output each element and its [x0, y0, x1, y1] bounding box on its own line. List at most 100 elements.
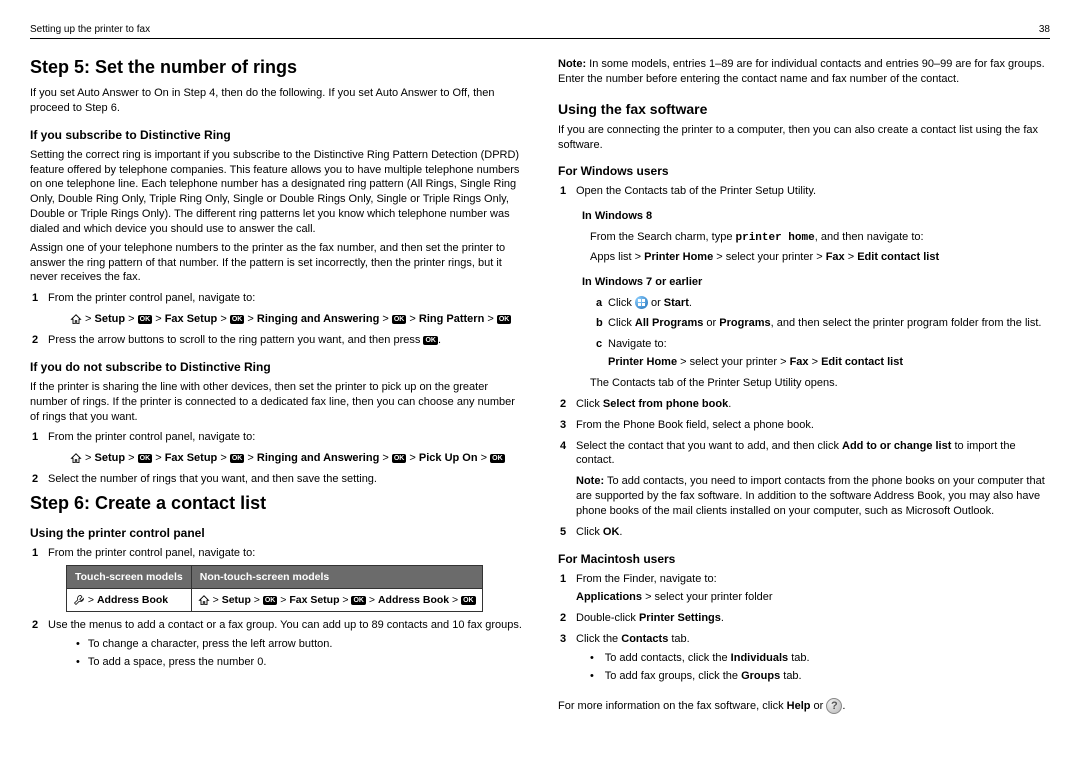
win8-line1: From the Search charm, type printer home…: [590, 230, 1050, 246]
wrench-icon: [73, 594, 85, 606]
page-number: 38: [1039, 24, 1050, 35]
list-item: 2 Click Select from phone book.: [558, 397, 1050, 412]
bullet-item: To add a space, press the number 0.: [76, 655, 522, 670]
text: > select your printer >: [713, 251, 826, 263]
table-header: Touch-screen models: [67, 565, 192, 588]
ok-icon: OK: [423, 336, 438, 345]
list-item: 2 Double-click Printer Settings.: [558, 611, 1050, 626]
text: .: [842, 700, 845, 712]
list-item: 3From the Phone Book field, select a pho…: [558, 418, 1050, 433]
models-table: Touch-screen models Non-touch-screen mod…: [66, 565, 483, 612]
step-text: From the Phone Book field, select a phon…: [576, 419, 814, 431]
home-icon: [70, 314, 82, 325]
list-item: a Click or Start.: [590, 296, 1050, 311]
fax-software-heading: Using the fax software: [558, 101, 1050, 117]
path-seg: Ringing and Answering: [257, 313, 379, 325]
home-icon: [198, 595, 210, 606]
text: Click the: [576, 633, 621, 645]
path-seg: Fax Setup: [165, 452, 218, 464]
bold-text: Add to or change list: [842, 440, 951, 452]
table-cell: > Address Book: [67, 588, 192, 611]
bullet-item: To add fax groups, click the Groups tab.: [590, 669, 1050, 684]
bullet-item: To add contacts, click the Individuals t…: [590, 651, 1050, 666]
distinctive-ring-heading: If you subscribe to Distinctive Ring: [30, 128, 522, 142]
help-icon: ?: [826, 698, 842, 714]
list-item: 1From the printer control panel, navigat…: [30, 291, 522, 327]
ok-icon: OK: [230, 315, 245, 324]
step-text: From the Finder, navigate to:: [576, 573, 717, 585]
path-seg: Setup: [95, 452, 126, 464]
path-seg: Setup: [222, 594, 251, 606]
text: .: [689, 297, 692, 309]
text: >: [845, 251, 858, 263]
path-seg: Pick Up On: [419, 452, 478, 464]
code-text: printer home: [736, 232, 815, 244]
mac-steps: 1From the Finder, navigate to: Applicati…: [558, 572, 1050, 684]
ok-icon: OK: [461, 596, 476, 605]
no-distinctive-p: If the printer is sharing the line with …: [30, 380, 522, 425]
text: , and then navigate to:: [815, 231, 924, 243]
mac-heading: For Macintosh users: [558, 552, 1050, 566]
text: Click: [608, 317, 635, 329]
ok-icon: OK: [490, 454, 505, 463]
note-text: To add contacts, you need to import cont…: [576, 475, 1045, 517]
distinctive-ring-p1: Setting the correct ring is important if…: [30, 148, 522, 237]
win-result: The Contacts tab of the Printer Setup Ut…: [590, 376, 1050, 391]
text: Apps list >: [590, 251, 644, 263]
text: To add fax groups, click the: [605, 670, 741, 682]
list-item: c Navigate to: Printer Home > select you…: [590, 337, 1050, 370]
list-item: 4 Select the contact that you want to ad…: [558, 439, 1050, 519]
note-block: Note: To add contacts, you need to impor…: [576, 474, 1050, 519]
list-item: 3 Click the Contacts tab. To add contact…: [558, 632, 1050, 684]
path-seg: Fax: [790, 356, 809, 368]
path-seg: Address Book: [97, 594, 168, 606]
text: Click: [576, 526, 603, 538]
step-text: .: [438, 334, 441, 346]
list-item: 1Open the Contacts tab of the Printer Se…: [558, 184, 1050, 390]
distinctive-ring-steps: 1From the printer control panel, navigat…: [30, 291, 522, 348]
path-seg: Printer Home: [644, 251, 713, 263]
note-text: In some models, entries 1–89 are for ind…: [558, 58, 1045, 85]
list-item: 5 Click OK.: [558, 525, 1050, 540]
table-cell: > Setup > OK > Fax Setup > OK > Address …: [191, 588, 482, 611]
path-seg: Address Book: [378, 594, 449, 606]
path-seg: Fax: [826, 251, 845, 263]
text: Click: [608, 297, 635, 309]
list-item: 2 Press the arrow buttons to scroll to t…: [30, 333, 522, 348]
ok-icon: OK: [351, 596, 366, 605]
text: > select your printer folder: [642, 591, 773, 603]
ok-icon: OK: [392, 315, 407, 324]
ok-icon: OK: [263, 596, 278, 605]
bold-text: Select from phone book: [603, 398, 728, 410]
text: tab.: [788, 652, 809, 664]
windows-orb-icon: [635, 296, 648, 309]
ok-icon: OK: [138, 315, 153, 324]
ok-icon: OK: [138, 454, 153, 463]
bold-text: Groups: [741, 670, 780, 682]
win7-substeps: a Click or Start. b Click All Programs o…: [590, 296, 1050, 370]
more-info: For more information on the fax software…: [558, 698, 1050, 714]
text: For more information on the fax software…: [558, 700, 787, 712]
path-seg: Fax Setup: [165, 313, 218, 325]
path-seg: Ringing and Answering: [257, 452, 379, 464]
content-columns: Step 5: Set the number of rings If you s…: [30, 51, 1050, 718]
bold-text: Individuals: [731, 652, 788, 664]
text: or: [703, 317, 719, 329]
bold-text: Start: [664, 297, 689, 309]
step-text: Use the menus to add a contact or a fax …: [48, 619, 522, 631]
text: or: [648, 297, 664, 309]
step-text: From the printer control panel, navigate…: [48, 547, 255, 559]
nav-path: > Setup > OK > Fax Setup > OK > Ringing …: [70, 312, 522, 327]
left-column: Step 5: Set the number of rings If you s…: [30, 51, 522, 718]
step-text: Press the arrow buttons to scroll to the…: [48, 334, 423, 346]
nav-path: Printer Home > select your printer > Fax…: [608, 355, 1050, 370]
step-text: Open the Contacts tab of the Printer Set…: [576, 185, 816, 197]
step-text: From the printer control panel, navigate…: [48, 431, 255, 443]
step5-intro: If you set Auto Answer to On in Step 4, …: [30, 86, 522, 116]
ok-icon: OK: [230, 454, 245, 463]
path-seg: Fax Setup: [289, 594, 339, 606]
path-seg: Setup: [95, 313, 126, 325]
bold-text: OK: [603, 526, 620, 538]
text: .: [721, 612, 724, 624]
nav-path: Applications > select your printer folde…: [576, 590, 1050, 605]
